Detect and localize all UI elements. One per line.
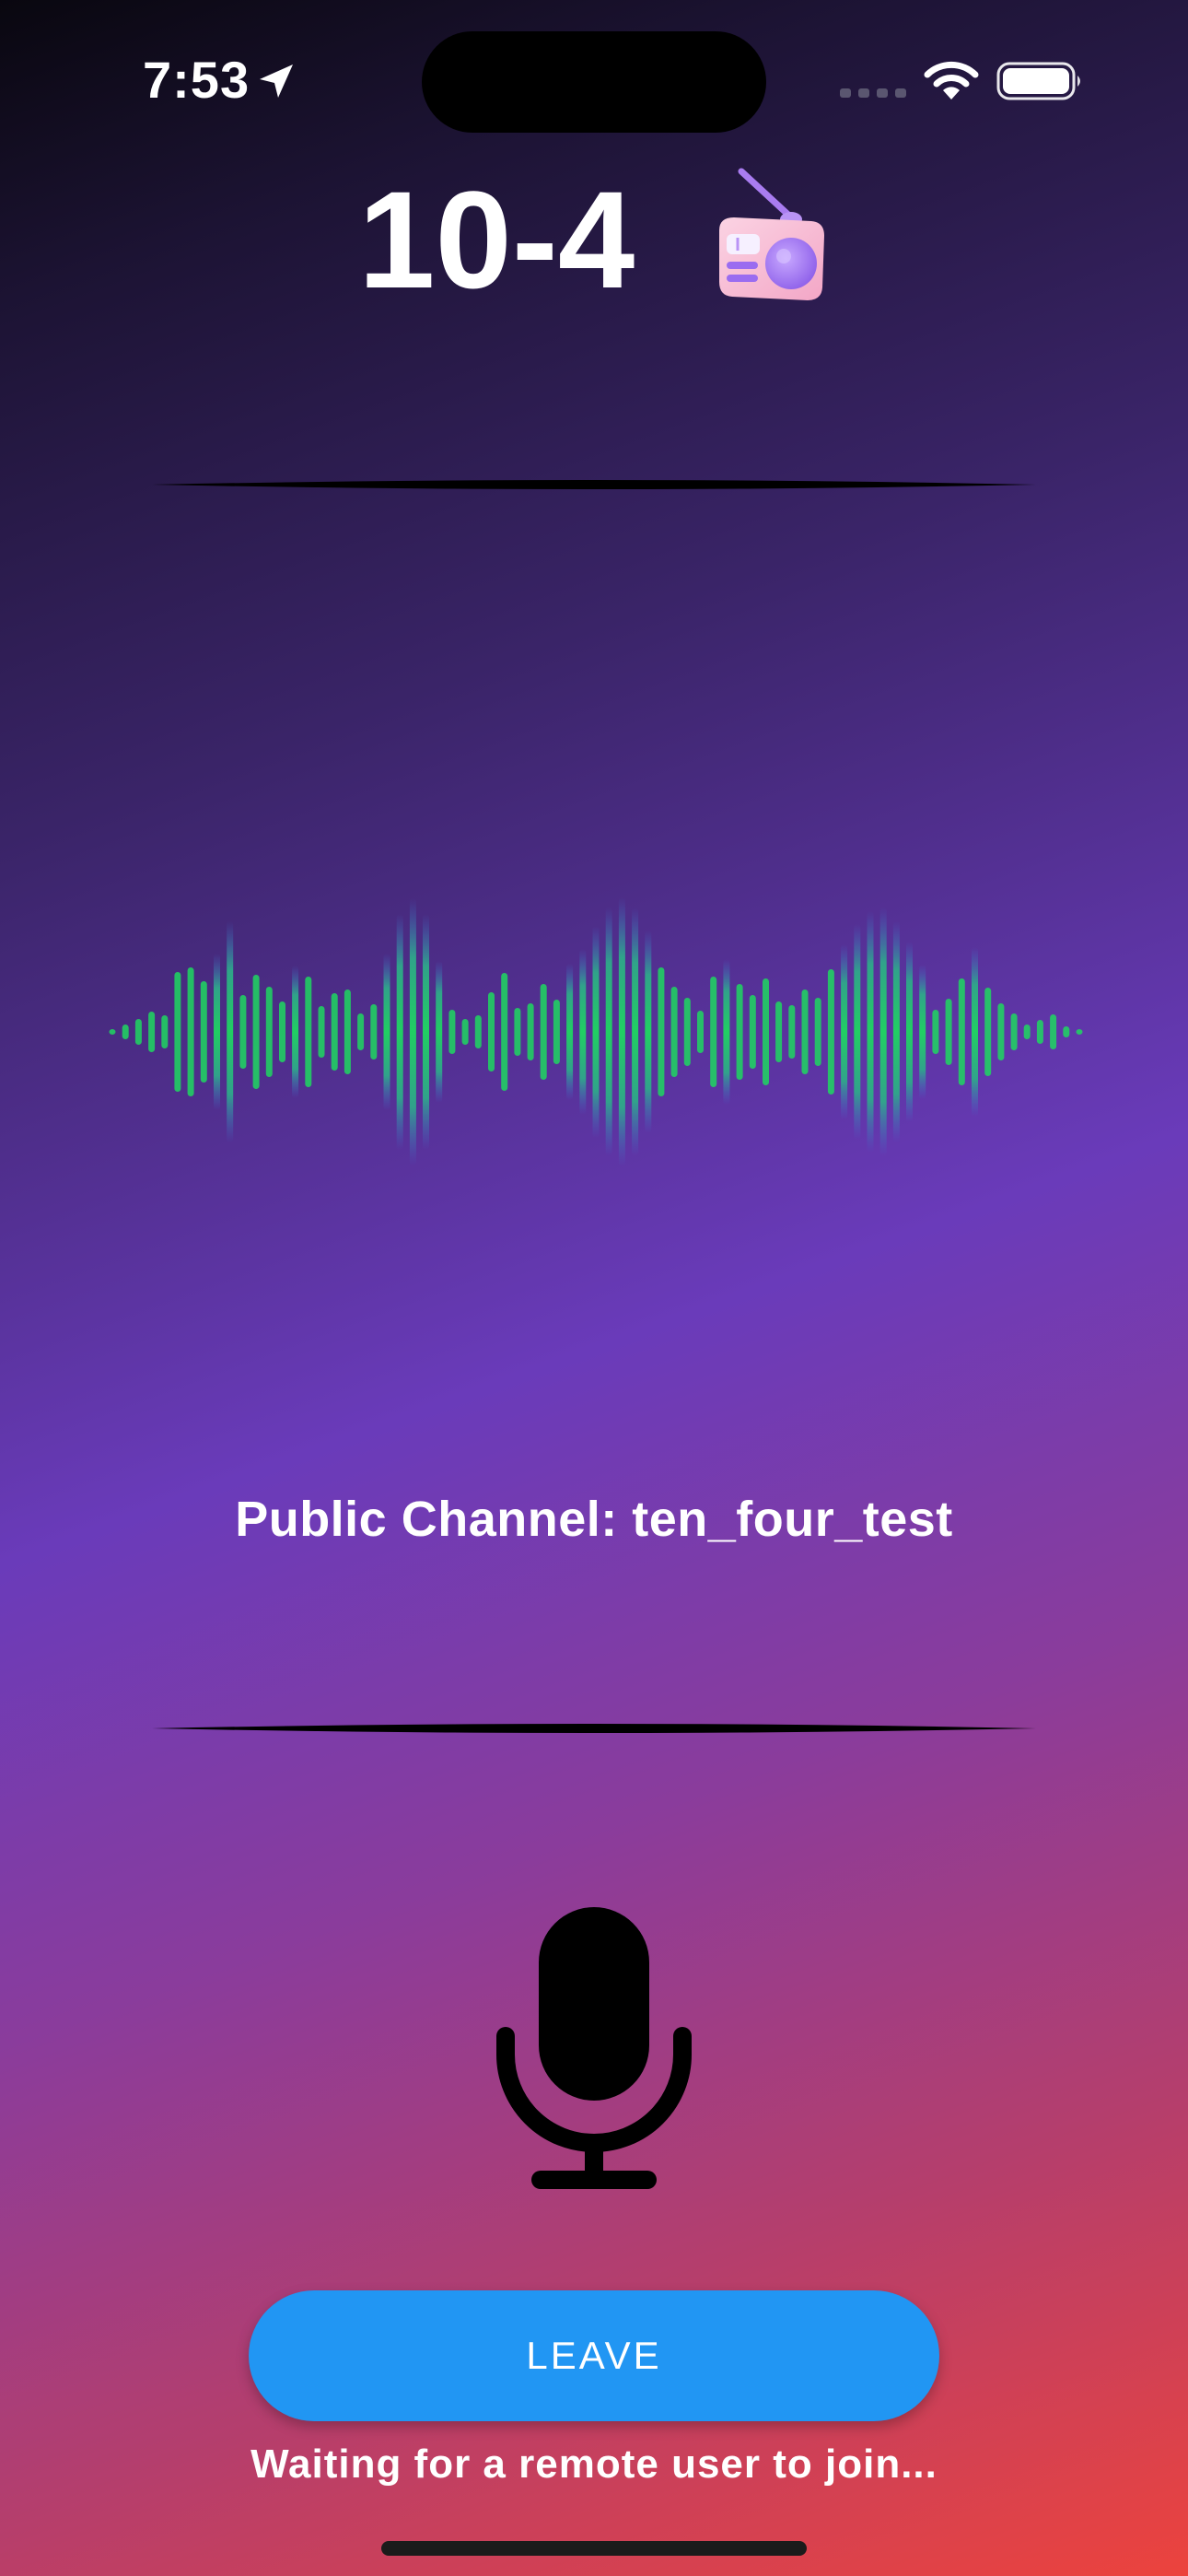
waveform-bar [723, 959, 730, 1105]
waveform-bar [736, 984, 743, 1080]
waveform-bar [252, 975, 260, 1089]
waveform-bar [775, 1001, 783, 1062]
waveform-bar [749, 995, 756, 1069]
waveform-bar [683, 998, 691, 1066]
home-indicator[interactable] [381, 2541, 807, 2556]
waveform-bar [945, 999, 952, 1065]
waveform-bar [1036, 1020, 1043, 1044]
waveform-bar [514, 1008, 521, 1056]
waveform-bar [788, 1005, 796, 1059]
waveform-bar [436, 961, 443, 1103]
waveform-bar [331, 993, 338, 1071]
waveform-bar [305, 977, 312, 1087]
waveform-bar [357, 1013, 365, 1050]
status-bar: 7:53 [0, 0, 1188, 157]
waveform-bar [318, 1006, 325, 1058]
waveform-bar [344, 989, 351, 1074]
waveform-bar [984, 988, 992, 1076]
leave-button[interactable]: LEAVE [249, 2290, 939, 2421]
waveform-bar [396, 914, 403, 1150]
waveform-bar [1010, 1013, 1018, 1050]
waveform-bar [448, 1010, 456, 1054]
waveform-bar [540, 984, 547, 1080]
waveform-bar [958, 978, 965, 1085]
waveform-bar [239, 995, 247, 1069]
waveform-bar [1063, 1026, 1070, 1037]
dynamic-island [422, 31, 766, 133]
waveform-bar [187, 967, 194, 1096]
waveform-bar [579, 949, 587, 1115]
waveform-bar [645, 931, 652, 1133]
waveform-bar [265, 987, 273, 1077]
divider-bottom [152, 1724, 1036, 1733]
waveform-bar [214, 954, 220, 1110]
waveform-bar [618, 897, 625, 1166]
wifi-icon [924, 61, 979, 100]
waveform-bar [801, 989, 809, 1074]
waveform-bar [906, 942, 913, 1122]
waveform-bar [892, 921, 900, 1142]
status-time: 7:53 [143, 51, 250, 109]
waveform-bar [1023, 1025, 1031, 1039]
waveform-bar [383, 954, 390, 1110]
waveform-bar [488, 992, 495, 1071]
waveform-bar [763, 978, 769, 1085]
app-title-text: 10-4 [358, 162, 635, 318]
waveform-bar [841, 944, 848, 1119]
audio-waveform-icon [109, 897, 1083, 1166]
battery-icon [996, 62, 1080, 100]
waveform-bar [710, 977, 717, 1087]
waveform-bar [1050, 1014, 1057, 1049]
waveform-bar [814, 998, 821, 1066]
waveform-bar [501, 973, 508, 1091]
waveform-bar [292, 966, 299, 1098]
waveform-bar [566, 964, 574, 1100]
waveform-bar [879, 907, 887, 1156]
waveform-bar [161, 1015, 169, 1048]
waveform-bar [658, 967, 665, 1096]
cellular-signal-icon [840, 88, 906, 98]
waveform-bar [370, 1004, 378, 1060]
waveform-bar [854, 924, 861, 1140]
waveform-bar [972, 947, 978, 1117]
waveform-bar [122, 1025, 129, 1039]
waveform-bar [919, 965, 926, 1099]
waveform-bar [279, 1001, 285, 1062]
waveform-bar [134, 1019, 142, 1045]
waveform-bar [867, 911, 874, 1153]
waveform-bar [527, 1003, 534, 1060]
location-arrow-icon [260, 64, 293, 98]
divider-top [152, 480, 1036, 489]
status-message: Waiting for a remote user to join... [250, 2441, 938, 2487]
waveform-bar [697, 1011, 704, 1053]
waveform-bar [553, 1000, 560, 1064]
waveform-bar [109, 1029, 116, 1035]
channel-label: Public Channel: ten_four_test [235, 1492, 953, 1547]
waveform-bar [827, 969, 834, 1095]
waveform-bar [423, 914, 429, 1150]
waveform-bar [997, 1003, 1005, 1060]
waveform-bar [932, 1010, 939, 1054]
waveform-bar [474, 1015, 482, 1048]
waveform-bar [174, 972, 181, 1092]
app-title: 10-4 [0, 155, 1188, 313]
waveform-bar [227, 921, 234, 1142]
waveform-bar [670, 987, 678, 1077]
waveform-bar [605, 907, 612, 1156]
waveform-bar [461, 1019, 469, 1045]
microphone-icon[interactable] [493, 1898, 695, 2193]
waveform-bar [1076, 1029, 1083, 1035]
radio-icon [718, 168, 824, 301]
waveform-bar [409, 898, 416, 1165]
waveform-bar [592, 926, 600, 1138]
waveform-bar [200, 981, 207, 1083]
waveform-bar [632, 907, 639, 1156]
waveform-bar [148, 1012, 156, 1052]
